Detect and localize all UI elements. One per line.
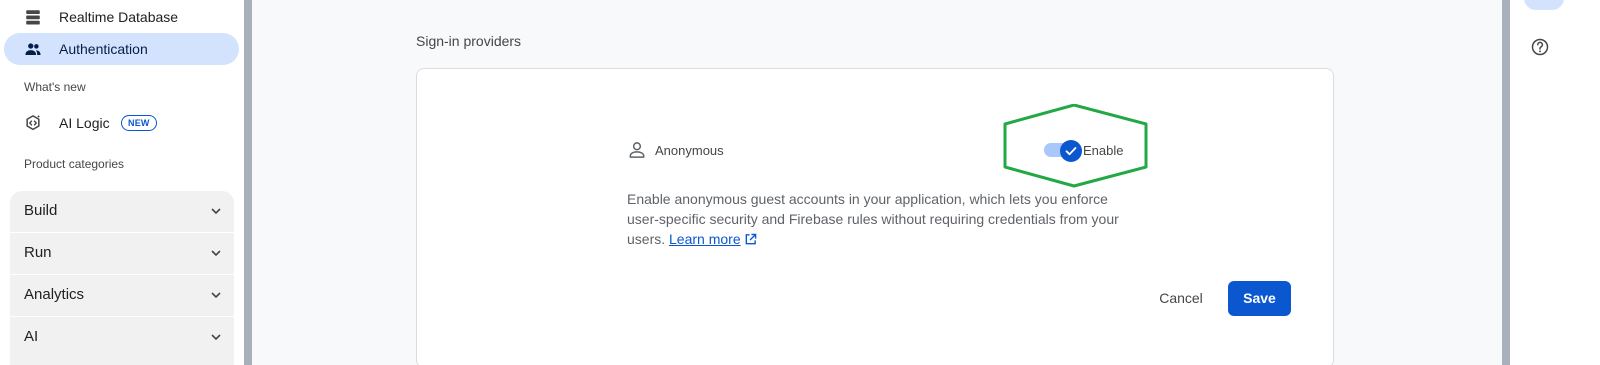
new-badge: NEW: [121, 115, 157, 131]
sidebar-item-label: Realtime Database: [59, 9, 179, 25]
help-icon[interactable]: [1530, 37, 1550, 57]
save-button[interactable]: Save: [1228, 281, 1291, 316]
main-content: Sign-in providers Anonymous Enable Enabl…: [252, 0, 1502, 365]
person-icon: [629, 142, 645, 158]
provider-name: Anonymous: [655, 143, 724, 158]
check-icon: [1065, 147, 1077, 156]
people-icon: [25, 43, 41, 55]
section-heading: Sign-in providers: [416, 33, 522, 49]
sidebar-scrollbar[interactable]: [244, 0, 252, 365]
sidebar: Realtime Database Authentication What's …: [0, 0, 244, 365]
main-scrollbar[interactable]: [1502, 0, 1510, 365]
category-run[interactable]: Run: [10, 233, 234, 275]
chevron-down-icon: [211, 334, 221, 341]
ai-logic-icon: [26, 114, 41, 131]
toggle-knob[interactable]: [1060, 140, 1082, 162]
provider-description: Enable anonymous guest accounts in your …: [627, 189, 1127, 249]
category-label: Analytics: [24, 286, 85, 303]
product-categories-heading: Product categories: [24, 157, 125, 171]
product-categories-list: Build Run Analytics AI: [10, 191, 234, 365]
learn-more-link[interactable]: Learn more: [669, 231, 741, 247]
category-ai[interactable]: AI: [10, 317, 234, 359]
right-rail: [1510, 0, 1600, 365]
database-icon: [26, 10, 40, 25]
category-analytics[interactable]: Analytics: [10, 275, 234, 317]
sidebar-item-label: AI Logic: [59, 115, 110, 131]
sidebar-item-ai-logic[interactable]: AI Logic NEW: [4, 107, 239, 139]
cancel-button[interactable]: Cancel: [1147, 281, 1215, 315]
external-link-icon[interactable]: [744, 233, 757, 246]
firebase-console: Realtime Database Authentication What's …: [0, 0, 1600, 365]
provider-card: Anonymous Enable Enable anonymous guest …: [416, 68, 1334, 365]
chevron-down-icon: [211, 250, 221, 257]
sidebar-item-label: Authentication: [59, 41, 148, 57]
sidebar-item-realtime-database[interactable]: Realtime Database: [4, 1, 239, 33]
category-label: AI: [24, 328, 39, 345]
learn-more-label: Learn more: [669, 231, 741, 247]
category-build[interactable]: Build: [10, 191, 234, 233]
category-label: Build: [24, 202, 58, 219]
whats-new-heading: What's new: [24, 80, 86, 94]
sidebar-item-authentication[interactable]: Authentication: [4, 33, 239, 65]
toggle-label: Enable: [1083, 143, 1124, 158]
category-label: Run: [24, 244, 52, 261]
chevron-down-icon: [211, 292, 221, 299]
chevron-down-icon: [211, 208, 221, 215]
